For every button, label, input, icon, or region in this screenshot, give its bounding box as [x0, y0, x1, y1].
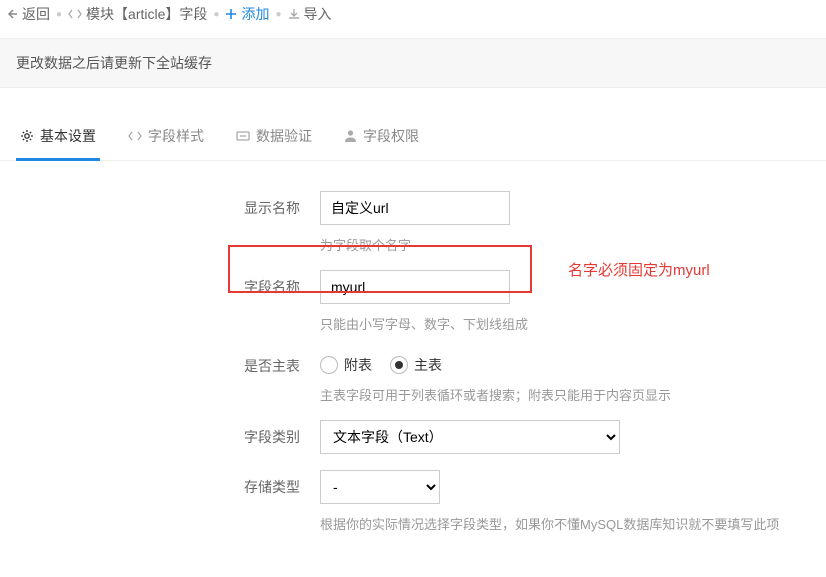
hint-field-name: 只能由小写字母、数字、下划线组成 [320, 314, 800, 333]
label-storage-type: 存储类型 [0, 470, 320, 497]
gear-icon [20, 129, 34, 143]
tab-style-label: 字段样式 [148, 126, 204, 146]
tab-basic[interactable]: 基本设置 [16, 116, 100, 160]
input-field-name[interactable] [320, 270, 510, 304]
radio-main-label: 主表 [414, 355, 442, 375]
input-display-name[interactable] [320, 191, 510, 225]
tab-validate[interactable]: 数据验证 [232, 116, 316, 160]
label-field-name: 字段名称 [0, 270, 320, 297]
notice-bar: 更改数据之后请更新下全站缓存 [0, 38, 826, 88]
row-field-type: 字段类别 文本字段（Text） [0, 420, 826, 454]
tab-basic-label: 基本设置 [40, 126, 96, 146]
hint-main-table: 主表字段可用于列表循环或者搜索；附表只能用于内容页显示 [320, 385, 800, 404]
tab-permission[interactable]: 字段权限 [340, 116, 423, 160]
radio-sub-label: 附表 [344, 355, 372, 375]
breadcrumb-import[interactable]: 导入 [288, 4, 332, 24]
label-field-type: 字段类别 [0, 420, 320, 447]
hint-storage-type: 根据你的实际情况选择字段类型，如果你不懂MySQL数据库知识就不要填写此项 [320, 514, 800, 533]
breadcrumb-import-label: 导入 [304, 4, 332, 24]
radio-circle-icon [390, 356, 408, 374]
user-icon [344, 129, 357, 143]
breadcrumb-add[interactable]: 添加 [225, 4, 269, 24]
row-storage-type: 存储类型 - 根据你的实际情况选择字段类型，如果你不懂MySQL数据库知识就不要… [0, 470, 826, 533]
code-icon [68, 8, 82, 20]
row-main-table: 是否主表 附表 主表 主表字段可用于列表循环或者搜索；附表只能用于内容页显示 [0, 349, 826, 404]
row-display-name: 显示名称 为字段取个名字 [0, 191, 826, 254]
hint-display-name: 为字段取个名字 [320, 235, 800, 254]
back-arrow-icon [6, 8, 18, 20]
label-main-table: 是否主表 [0, 349, 320, 376]
tab-validate-label: 数据验证 [256, 126, 312, 146]
breadcrumb-module[interactable]: 模块【article】字段 [68, 4, 207, 24]
tabs: 基本设置 字段样式 数据验证 字段权限 [0, 116, 826, 161]
radio-circle-icon [320, 356, 338, 374]
separator-dot: ● [213, 9, 219, 20]
radio-main-table[interactable]: 主表 [390, 355, 442, 375]
separator-dot: ● [275, 9, 281, 20]
annotation-text: 名字必须固定为myurl [568, 259, 710, 280]
tab-style[interactable]: 字段样式 [124, 116, 208, 160]
breadcrumb-module-label: 模块【article】字段 [86, 4, 207, 24]
breadcrumb-add-label: 添加 [241, 4, 269, 24]
notice-text: 更改数据之后请更新下全站缓存 [16, 55, 212, 71]
tab-permission-label: 字段权限 [363, 126, 419, 146]
plus-icon [225, 8, 237, 20]
breadcrumb: 返回 ● 模块【article】字段 ● 添加 ● 导入 [0, 0, 826, 28]
import-icon [288, 8, 300, 20]
validate-icon [236, 129, 250, 143]
separator-dot: ● [56, 9, 62, 20]
breadcrumb-back[interactable]: 返回 [6, 4, 50, 24]
code-icon [128, 130, 142, 142]
select-field-type[interactable]: 文本字段（Text） [320, 420, 620, 454]
radio-sub-table[interactable]: 附表 [320, 355, 372, 375]
label-display-name: 显示名称 [0, 191, 320, 218]
form: 显示名称 为字段取个名字 字段名称 只能由小写字母、数字、下划线组成 是否主表 … [0, 161, 826, 557]
breadcrumb-back-label: 返回 [22, 4, 50, 24]
select-storage-type[interactable]: - [320, 470, 440, 504]
